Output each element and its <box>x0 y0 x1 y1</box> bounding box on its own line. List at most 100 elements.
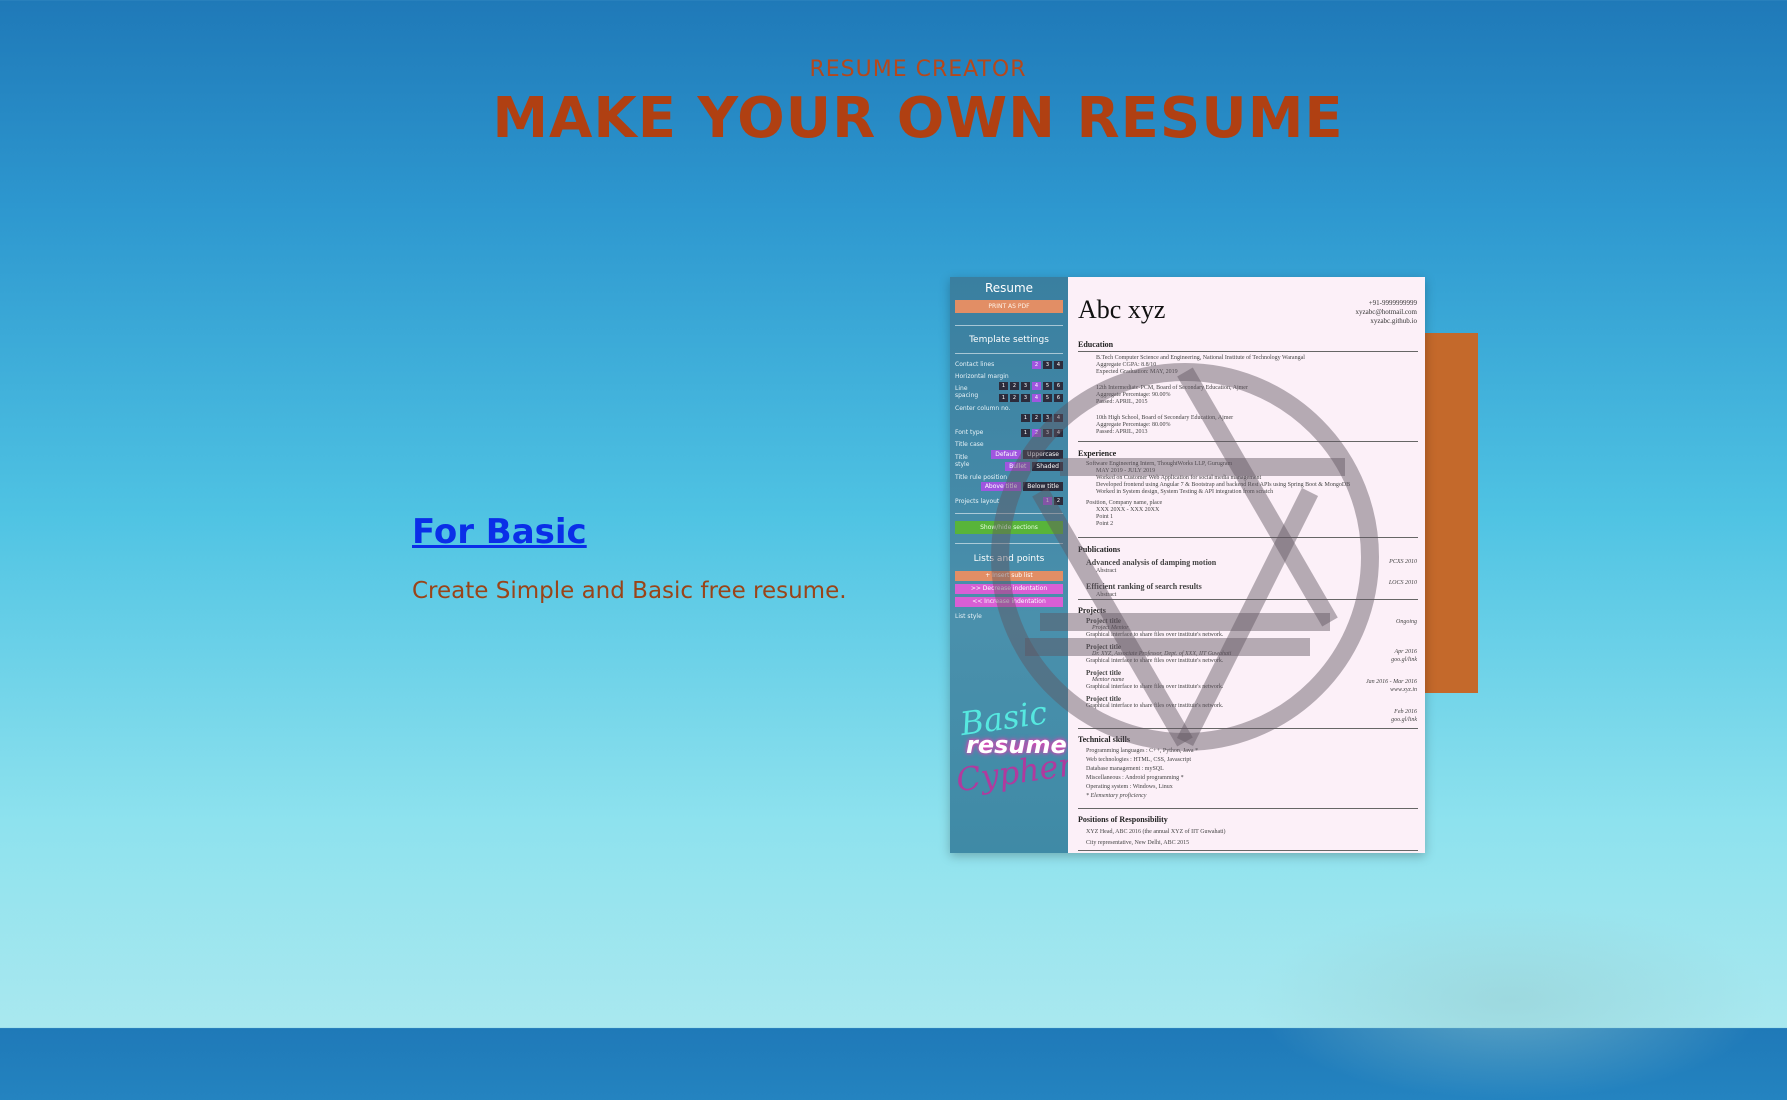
option-row: 1 2 <box>1043 497 1063 505</box>
resume-line: Developed frontend using Angular 7 & Boo… <box>1096 482 1351 488</box>
resume-line: 12th Intermediate-PCM, Board of Secondar… <box>1096 385 1248 391</box>
resume-text: XYZ Head, ABC 2016 (the annual XYZ of II… <box>1086 827 1406 849</box>
label: Contact lines <box>955 361 995 368</box>
resume-line: 10th High School, Board of Secondary Edu… <box>1096 415 1234 421</box>
resume-text: Project title Project Mentor Graphical i… <box>1086 618 1346 710</box>
for-basic-link[interactable]: For Basic <box>412 512 587 552</box>
option-box: 1 <box>1043 497 1052 505</box>
option-box: 4 <box>1032 394 1041 402</box>
preview-lists-points: Lists and points <box>973 554 1045 564</box>
resume-section-heading: Technical skills <box>1078 735 1130 744</box>
resume-line: Point 2 <box>1096 521 1114 527</box>
resume-line: Graphical interface to share files over … <box>1086 703 1224 709</box>
resume-line: Project title <box>1086 669 1122 677</box>
option-pill: Uppercase <box>1023 450 1063 459</box>
resume-line: XYZ Head, ABC 2016 (the annual XYZ of II… <box>1086 829 1226 835</box>
resume-line: Project Mentor <box>1092 625 1129 631</box>
resume-date: Jan 2016 - Mar 2016 <box>1366 679 1417 685</box>
resume-email: xyzabc@hotmail.com <box>1355 308 1417 316</box>
preview-sidebar: Resume PRINT AS PDF Template settings Co… <box>950 277 1076 853</box>
label: Line spacing <box>955 385 979 399</box>
option-box: 2 <box>1032 361 1041 369</box>
resume-date: LOCS 2010 <box>1388 580 1417 586</box>
resume-text: Advanced analysis of damping motion Abst… <box>1086 558 1336 600</box>
resume-line: Advanced analysis of damping motion <box>1086 558 1217 567</box>
preview-template-settings: Template settings <box>969 335 1049 345</box>
option-box: 4 <box>1054 414 1063 422</box>
resume-date: PCXS 2010 <box>1389 559 1417 565</box>
resume-line: Efficient ranking of search results <box>1086 582 1202 591</box>
divider <box>1078 599 1418 600</box>
resume-name: Abc xyz <box>1078 295 1166 324</box>
resume-text: Software Engineering Intern, ThoughtWork… <box>1086 461 1416 528</box>
feature-description: Create Simple and Basic free resume. <box>412 578 847 604</box>
resume-line: B.Tech Computer Science and Engineering,… <box>1096 355 1305 361</box>
resume-text: Programming languages : C++, Python, Jav… <box>1086 747 1406 801</box>
background-glow <box>1250 900 1770 1100</box>
option-pill: Above title <box>980 482 1022 491</box>
resume-line: Mentor name <box>1092 677 1125 683</box>
label: Horizontal margin <box>955 373 1009 380</box>
preview-sidebar-title: Resume <box>984 281 1034 295</box>
label: Title case <box>955 441 984 448</box>
page-title: MAKE YOUR OWN RESUME <box>492 86 1344 151</box>
resume-line: Expected Graduation: MAY, 2019 <box>1096 369 1178 375</box>
resume-line: Point 1 <box>1096 514 1114 520</box>
option-box: 1 <box>1021 429 1030 437</box>
resume-line: Aggregate Percentage: 80.00% <box>1096 422 1171 428</box>
label: List style <box>955 613 982 620</box>
option-box: 3 <box>1021 394 1030 402</box>
preview-print-button: PRINT AS PDF <box>955 300 1063 313</box>
resume-line: Aggregate CGPA: 8.8/10 <box>1096 362 1157 368</box>
divider <box>1078 728 1418 729</box>
option-box: 2 <box>1032 414 1041 422</box>
resume-contact: +91-9999999999 xyzabc@hotmail.com xyzabc… <box>1356 299 1417 326</box>
basic-resume-cypher-logo: Basic resume Cypher <box>954 693 1076 799</box>
resume-section-heading: Positions of Responsibility <box>1078 815 1168 824</box>
label: Font type <box>955 429 984 436</box>
resume-line: XXX 20XX - XXX 20XX <box>1096 507 1160 513</box>
option-row: 1 2 3 4 5 6 <box>999 382 1063 390</box>
option-box: 3 <box>1043 361 1052 369</box>
option-box: 5 <box>1043 382 1052 390</box>
resume-section-heading: Experience <box>1078 449 1117 458</box>
option-box: 6 <box>1054 382 1063 390</box>
option-box: 2 <box>1010 382 1019 390</box>
divider <box>1078 850 1418 851</box>
resume-preview-image[interactable]: Resume PRINT AS PDF Template settings Co… <box>950 277 1425 853</box>
resume-date: Feb 2016 <box>1394 709 1417 715</box>
resume-line: City representative, New Delhi, ABC 2015 <box>1086 840 1190 846</box>
resume-line: Graphical interface to share files over … <box>1086 684 1224 690</box>
resume-phone: +91-9999999999 <box>1368 299 1417 307</box>
option-row: 2 3 4 <box>1032 361 1063 369</box>
option-box: 3 <box>1021 382 1030 390</box>
resume-date: Ongoing <box>1396 619 1417 625</box>
label: Center column no. <box>955 405 1011 412</box>
resume-line: Passed: APRIL, 2013 <box>1096 429 1148 435</box>
resume-section-heading: Publications <box>1078 545 1121 554</box>
resume-line: Worked in System design, System Testing … <box>1096 489 1274 495</box>
option-box: 3 <box>1043 414 1052 422</box>
option-box: 2 <box>1010 394 1019 402</box>
option-box: 2 <box>1032 429 1041 437</box>
option-box: 1 <box>1021 414 1030 422</box>
divider <box>955 353 1063 354</box>
resume-line: Abstract <box>1096 568 1117 574</box>
option-row: 1 2 3 4 <box>1021 414 1063 422</box>
option-pill: Shaded <box>1032 462 1063 471</box>
resume-line: Database management : mySQL <box>1086 766 1164 772</box>
divider <box>1078 441 1418 442</box>
option-box: 1 <box>999 382 1008 390</box>
option-row: Above title Below title <box>980 482 1063 491</box>
option-row: Default Uppercase <box>991 450 1063 459</box>
option-box: 4 <box>1032 382 1041 390</box>
preview-list-button: + Insert sub list <box>955 571 1063 581</box>
divider <box>1078 808 1418 809</box>
preview-list-button: << Increase indentation <box>955 597 1063 607</box>
option-pill: Bullet <box>1005 462 1031 471</box>
divider <box>955 325 1063 326</box>
option-pill: Default <box>991 450 1022 459</box>
resume-text: B.Tech Computer Science and Engineering,… <box>1096 355 1416 436</box>
resume-link: www.xyz.in <box>1390 687 1417 693</box>
